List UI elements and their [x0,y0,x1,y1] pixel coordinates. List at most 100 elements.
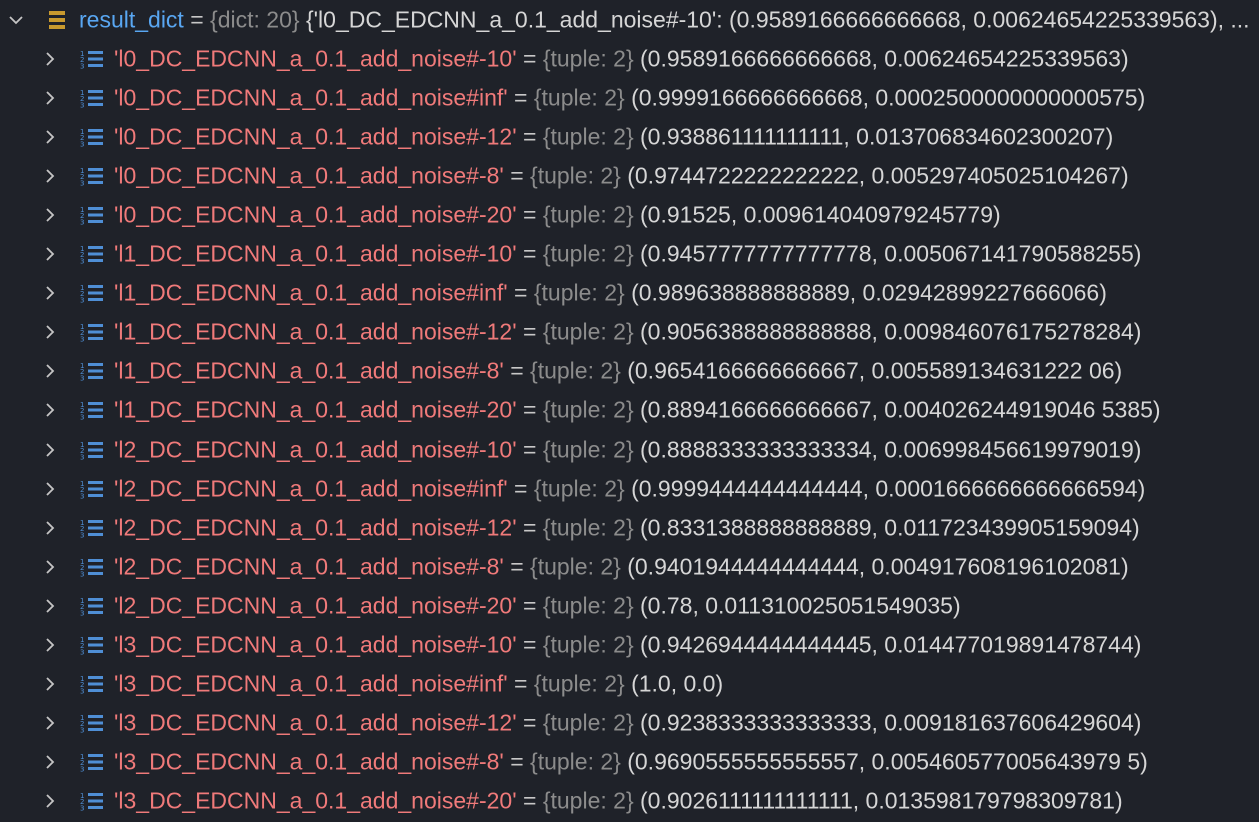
type-label: {tuple: 2} [533,475,625,502]
entry-value: (0.9426944444444445, 0.01447701989147874… [640,631,1142,658]
equals-sign: = [516,436,543,462]
svg-text:3: 3 [80,101,84,109]
dict-entry-row[interactable]: 1 2 3 'l1_DC_EDCNN_a_0.1_add_noise#-10' = {… [0,235,1259,274]
type-label: {tuple: 2} [542,592,634,619]
tuple-icon: 123 [80,792,103,812]
chevron-right-icon[interactable] [41,89,59,107]
entry-value: (0.9457777777777778, 0.00506714179058825… [640,240,1142,267]
tuple-icon: 123 [80,753,103,773]
dict-entry-row[interactable]: 1 2 3 'l1_DC_EDCNN_a_0.1_add_noise#-12' = {… [0,313,1259,352]
entry-key: 'l0_DC_EDCNN_a_0.1_add_noise#inf' [114,84,508,111]
chevron-right-icon[interactable] [41,675,59,693]
entry-value: (0.9654166666666667, 0.005589134631222 0… [627,357,1123,384]
entry-key: 'l0_DC_EDCNN_a_0.1_add_noise#-20' [114,201,517,228]
entry-value: (0.9999166666666668, 0.00025000000000005… [631,84,1146,111]
debugger-variables-panel: result_dict = {dict: 20} {'l0_DC_EDCNN_a… [0,0,1259,822]
type-label: {tuple: 2} [533,279,625,306]
dict-entry-row[interactable]: 1 2 3 'l0_DC_EDCNN_a_0.1_add_noise#inf' = {… [0,78,1259,117]
entry-key: 'l3_DC_EDCNN_a_0.1_add_noise#-8' [114,748,504,775]
chevron-right-icon[interactable] [41,284,59,302]
entry-key: 'l1_DC_EDCNN_a_0.1_add_noise#-8' [114,357,504,384]
chevron-right-icon[interactable] [41,753,59,771]
entry-line: 'l1_DC_EDCNN_a_0.1_add_noise#inf' = {tup… [114,274,1107,313]
chevron-right-icon[interactable] [41,362,59,380]
svg-text:3: 3 [80,492,84,500]
dict-entry-row[interactable]: 1 2 3 'l0_DC_EDCNN_a_0.1_add_noise#-8' = {t… [0,156,1259,195]
entry-value: (0.8894166666666667, 0.004026244919046 5… [640,396,1161,423]
svg-text:3: 3 [80,297,84,305]
svg-text:3: 3 [80,570,84,578]
dict-entry-row[interactable]: 1 2 3 'l0_DC_EDCNN_a_0.1_add_noise#-12' = {… [0,117,1259,156]
dict-entry-row[interactable]: 1 2 3 'l3_DC_EDCNN_a_0.1_add_noise#-8' = {t… [0,743,1259,782]
tuple-icon: 123 [80,636,103,656]
equals-sign: = [507,279,534,306]
equals-sign: = [507,670,534,697]
svg-text:3: 3 [80,727,84,735]
chevron-right-icon[interactable] [41,597,59,615]
entry-line: 'l2_DC_EDCNN_a_0.1_add_noise#inf' = {tup… [114,469,1145,508]
entry-key: 'l0_DC_EDCNN_a_0.1_add_noise#-8' [114,162,504,189]
dict-entry-row[interactable]: 1 2 3 'l2_DC_EDCNN_a_0.1_add_noise#inf' = {… [0,469,1259,508]
type-label: {dict: 20} [210,6,300,32]
svg-text:3: 3 [80,336,84,344]
type-label: {tuple: 2} [542,709,634,736]
chevron-right-icon[interactable] [41,792,59,810]
type-label: {tuple: 2} [542,318,634,345]
type-label: {tuple: 2} [542,514,634,541]
tuple-icon: 123 [80,714,103,735]
chevron-right-icon[interactable] [41,50,59,68]
equals-sign: = [516,396,543,423]
chevron-right-icon[interactable] [41,401,59,419]
svg-text:3: 3 [80,258,84,266]
dict-entry-row[interactable]: 1 2 3 'l2_DC_EDCNN_a_0.1_add_noise#-20' = {… [0,586,1259,625]
svg-text:3: 3 [80,218,84,226]
type-label: {tuple: 2} [542,201,634,228]
equals-sign: = [516,709,543,736]
entry-value: (0.8888333333333334, 0.00699845661997901… [640,436,1142,462]
dict-entry-row[interactable]: 1 2 3 'l2_DC_EDCNN_a_0.1_add_noise#-8' = {t… [0,547,1259,586]
dict-icon [49,10,65,29]
entry-value: (0.9999444444444444, 0.00016666666666665… [631,475,1146,502]
chevron-right-icon[interactable] [41,245,59,263]
dict-entry-row[interactable]: 1 2 3 'l3_DC_EDCNN_a_0.1_add_noise#-20' = {… [0,782,1259,821]
entry-line: 'l3_DC_EDCNN_a_0.1_add_noise#-10' = {tup… [114,626,1141,665]
dict-entry-row[interactable]: 1 2 3 'l2_DC_EDCNN_a_0.1_add_noise#-10' = {… [0,430,1259,469]
equals-sign: = [516,631,543,658]
dict-entry-row[interactable]: 1 2 3 'l3_DC_EDCNN_a_0.1_add_noise#inf' = {… [0,665,1259,704]
entry-key: 'l1_DC_EDCNN_a_0.1_add_noise#-12' [114,318,517,345]
chevron-right-icon[interactable] [41,636,59,654]
entry-key: 'l1_DC_EDCNN_a_0.1_add_noise#-10' [114,240,517,267]
chevron-right-icon[interactable] [41,519,59,537]
chevron-right-icon[interactable] [41,323,59,341]
tuple-icon: 123 [80,480,103,500]
dict-entry-row[interactable]: 1 2 3 'l1_DC_EDCNN_a_0.1_add_noise#inf' = {… [0,274,1259,313]
chevron-right-icon[interactable] [41,441,59,459]
dict-entry-row[interactable]: 1 2 3 'l0_DC_EDCNN_a_0.1_add_noise#-10' = {… [0,39,1259,78]
chevron-down-icon[interactable] [7,11,25,29]
svg-text:3: 3 [80,688,84,696]
dict-entry-row[interactable]: 1 2 3 'l1_DC_EDCNN_a_0.1_add_noise#-20' = {… [0,391,1259,430]
entry-value: (0.9026111111111111, 0.01359817979830978… [640,787,1123,814]
dict-entry-row[interactable]: 1 2 3 'l3_DC_EDCNN_a_0.1_add_noise#-10' = {… [0,626,1259,665]
dict-entry-row[interactable]: 1 2 3 'l0_DC_EDCNN_a_0.1_add_noise#-20' = {… [0,195,1259,234]
dict-entry-row[interactable]: 1 2 3 'l3_DC_EDCNN_a_0.1_add_noise#-12' = {… [0,704,1259,743]
dict-entry-row[interactable]: 1 2 3 'l2_DC_EDCNN_a_0.1_add_noise#-12' = {… [0,508,1259,547]
chevron-right-icon[interactable] [41,558,59,576]
entry-value: (0.9690555555555557, 0.00546057700564397… [627,748,1148,775]
tuple-icon: 123 [80,167,103,187]
value-preview: {'l0_DC_EDCNN_a_0.1_add_noise#-10': (0.9… [305,6,1250,32]
equals-sign: = [507,475,534,502]
chevron-right-icon[interactable] [41,480,59,498]
tuple-icon: 123 [80,89,103,109]
dict-entry-row[interactable]: 1 2 3 'l1_DC_EDCNN_a_0.1_add_noise#-8' = {t… [0,352,1259,391]
chevron-right-icon[interactable] [41,714,59,732]
chevron-right-icon[interactable] [41,167,59,185]
type-label: {tuple: 2} [530,748,621,775]
chevron-right-icon[interactable] [41,128,59,146]
chevron-right-icon[interactable] [41,206,59,224]
type-label: {tuple: 2} [542,436,634,462]
entry-line: 'l0_DC_EDCNN_a_0.1_add_noise#-10' = {tup… [114,39,1129,78]
entry-key: 'l0_DC_EDCNN_a_0.1_add_noise#-12' [114,123,517,150]
entry-line: 'l0_DC_EDCNN_a_0.1_add_noise#inf' = {tup… [114,78,1145,117]
variable-row-result-dict[interactable]: result_dict = {dict: 20} {'l0_DC_EDCNN_a… [0,0,1259,39]
